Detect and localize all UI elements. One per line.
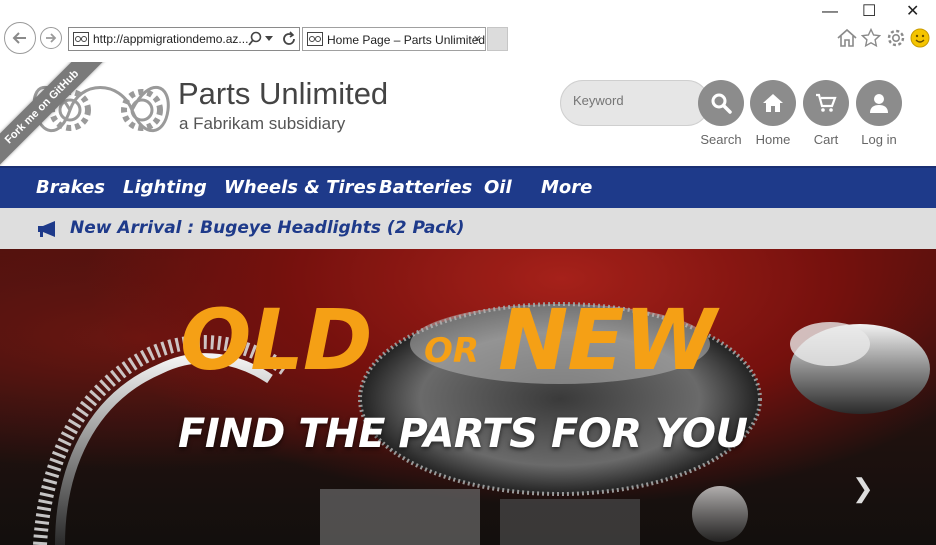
promo-bar: New Arrival : Bugeye Headlights (2 Pack) bbox=[0, 208, 936, 249]
cart-button[interactable] bbox=[803, 80, 849, 126]
promo-text[interactable]: New Arrival : Bugeye Headlights (2 Pack) bbox=[70, 218, 464, 238]
browser-tab[interactable]: Home Page – Parts Unlimited × bbox=[302, 27, 486, 51]
search-icon bbox=[711, 93, 732, 114]
home-button[interactable] bbox=[750, 80, 796, 126]
close-window-button[interactable]: ✕ bbox=[906, 4, 919, 20]
home-icon bbox=[763, 94, 783, 112]
cart-label: Cart bbox=[813, 132, 839, 147]
home-label: Home bbox=[755, 132, 791, 147]
forward-button[interactable] bbox=[40, 27, 62, 49]
back-icon bbox=[12, 32, 26, 44]
home-icon[interactable] bbox=[836, 28, 858, 48]
address-bar[interactable]: http://appmigrationdemo.az... bbox=[68, 27, 300, 51]
browser-chrome: http://appmigrationdemo.az... Home Page … bbox=[0, 0, 936, 62]
chevron-down-icon[interactable] bbox=[265, 36, 273, 42]
nav-item-more[interactable]: More bbox=[541, 177, 592, 198]
hero-headline-old: OLD bbox=[180, 291, 373, 389]
site-favicon bbox=[73, 32, 89, 46]
tab-title: Home Page – Parts Unlimited bbox=[327, 33, 486, 47]
nav-item-wheels-tires[interactable]: Wheels & Tires bbox=[224, 177, 376, 198]
brand-name[interactable]: Parts Unlimited bbox=[178, 76, 388, 112]
nav-item-batteries[interactable]: Batteries bbox=[379, 177, 472, 198]
hero-banner[interactable]: OLD OR NEW FIND THE PARTS FOR YOU ❯ bbox=[0, 249, 936, 545]
hero-subheadline: FIND THE PARTS FOR YOU bbox=[178, 411, 748, 457]
refresh-icon[interactable] bbox=[281, 31, 297, 47]
login-label: Log in bbox=[861, 132, 897, 147]
brand-tagline: a Fabrikam subsidiary bbox=[179, 114, 346, 133]
site-favicon bbox=[307, 32, 323, 46]
star-icon[interactable] bbox=[861, 28, 881, 48]
engine-artwork bbox=[0, 249, 936, 545]
search-icon[interactable] bbox=[247, 31, 263, 47]
gear-icon[interactable] bbox=[886, 28, 906, 48]
search-box bbox=[560, 80, 710, 126]
site-header: Fork me on GitHub Parts Unlimited a Fabr… bbox=[0, 62, 936, 186]
search-button[interactable] bbox=[698, 80, 744, 126]
category-nav: Brakes Lighting Wheels & Tires Batteries… bbox=[0, 166, 936, 208]
site-content: Fork me on GitHub Parts Unlimited a Fabr… bbox=[0, 62, 936, 545]
login-button[interactable] bbox=[856, 80, 902, 126]
hero-headline-new: NEW bbox=[498, 291, 716, 389]
user-icon bbox=[870, 94, 888, 113]
close-tab-button[interactable]: × bbox=[473, 31, 481, 46]
minimize-button[interactable]: — bbox=[822, 4, 838, 20]
new-tab-button[interactable] bbox=[487, 27, 508, 51]
megaphone-icon bbox=[38, 221, 55, 237]
nav-item-lighting[interactable]: Lighting bbox=[123, 177, 207, 198]
forward-icon bbox=[46, 33, 57, 43]
url-text: http://appmigrationdemo.az... bbox=[93, 32, 249, 46]
nav-item-brakes[interactable]: Brakes bbox=[36, 177, 105, 198]
maximize-button[interactable]: ☐ bbox=[862, 4, 876, 20]
cart-icon bbox=[816, 93, 837, 112]
search-label: Search bbox=[700, 132, 742, 147]
hero-headline-or: OR bbox=[424, 331, 480, 371]
nav-item-oil[interactable]: Oil bbox=[484, 177, 512, 198]
search-input[interactable] bbox=[573, 93, 693, 108]
smiley-icon[interactable] bbox=[910, 28, 930, 48]
carousel-next-button[interactable]: ❯ bbox=[852, 473, 874, 504]
back-button[interactable] bbox=[4, 22, 36, 54]
